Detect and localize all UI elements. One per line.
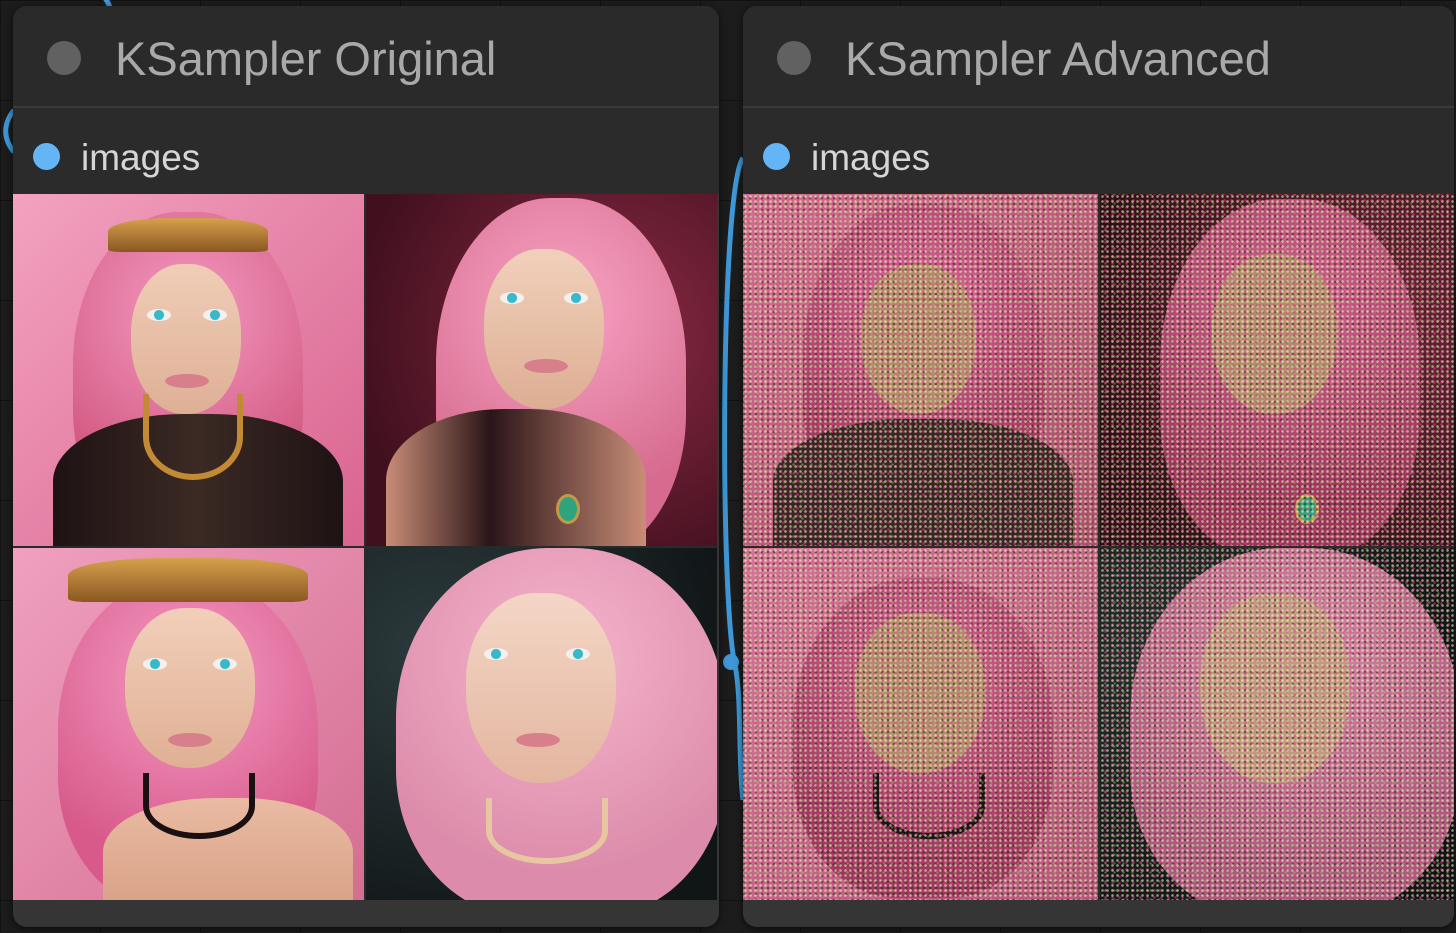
node-header[interactable]: KSampler Original (13, 6, 719, 108)
lips (168, 733, 212, 747)
node-title: KSampler Original (115, 32, 497, 85)
link-reroute-point[interactable] (723, 654, 739, 670)
eye (203, 309, 227, 321)
image-preview-grid (743, 194, 1454, 900)
eye (484, 648, 508, 660)
eye (566, 648, 590, 660)
image-preview[interactable] (13, 194, 364, 546)
output-connector-icon[interactable] (33, 143, 60, 170)
output-slot-images: images (13, 108, 719, 194)
pendant (556, 494, 580, 524)
portrait-face (466, 593, 616, 783)
lips (516, 733, 560, 747)
noise-overlay (1099, 194, 1454, 546)
node-header[interactable]: KSampler Advanced (743, 6, 1454, 108)
output-label: images (81, 137, 201, 178)
eye (564, 292, 588, 304)
lips (524, 359, 568, 373)
choker (143, 773, 255, 839)
output-connector-icon[interactable] (763, 143, 790, 170)
graph-canvas[interactable]: KSampler Original images KSampler Advanc… (0, 0, 1456, 933)
image-preview[interactable] (366, 194, 717, 546)
collapse-toggle-icon[interactable] (777, 41, 811, 75)
image-preview[interactable] (1099, 194, 1454, 546)
eye (500, 292, 524, 304)
node-title: KSampler Advanced (845, 32, 1271, 85)
output-label: images (811, 137, 931, 178)
image-preview[interactable] (13, 548, 364, 900)
necklace (143, 394, 243, 480)
image-preview[interactable] (743, 194, 1098, 546)
eye (143, 658, 167, 670)
output-slot-images: images (743, 108, 1454, 194)
node-footer (743, 902, 1454, 927)
ksampler-advanced-node[interactable]: KSampler Advanced images (743, 6, 1454, 927)
lips (165, 374, 209, 388)
collapse-toggle-icon[interactable] (47, 41, 81, 75)
image-preview[interactable] (366, 548, 717, 900)
eye (147, 309, 171, 321)
headpiece (108, 218, 268, 252)
node-footer (13, 902, 719, 927)
image-preview-grid (13, 194, 717, 900)
noise-overlay (1099, 548, 1454, 900)
link-wire[interactable] (722, 156, 746, 801)
jeweled-crown (68, 558, 308, 602)
image-preview[interactable] (743, 548, 1098, 900)
image-preview[interactable] (1099, 548, 1454, 900)
ksampler-original-node[interactable]: KSampler Original images (13, 6, 719, 927)
portrait-face (131, 264, 241, 414)
necklace (486, 798, 608, 864)
portrait-face (484, 249, 604, 409)
noise-overlay (743, 548, 1098, 900)
noise-overlay (743, 194, 1098, 546)
portrait-torso (386, 409, 646, 546)
eye (213, 658, 237, 670)
